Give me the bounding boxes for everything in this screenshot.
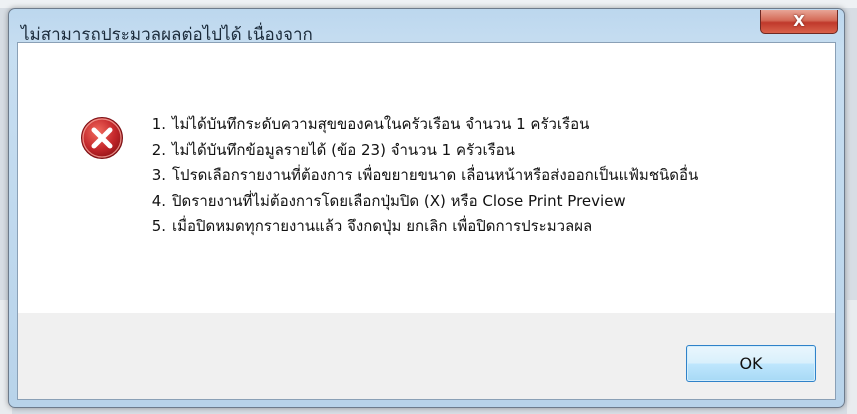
list-item-text: โปรดเลือกรายงานที่ต้องการ เพื่อขยายขนาด … [172, 166, 699, 184]
list-item-number: 5. [151, 217, 166, 235]
list-item-number: 3. [151, 166, 166, 184]
list-item-text: ไม่ได้บันทึกระดับความสุขของคนในครัวเรือน… [172, 115, 590, 133]
error-dialog: ไม่สามารถประมวลผลต่อไปได้ เนื่องจาก X 1.… [8, 8, 845, 408]
list-item-text: ไม่ได้บันทึกข้อมูลรายได้ (ข้อ 23) จำนวน … [172, 140, 515, 159]
list-item: 2. ไม่ได้บันทึกข้อมูลรายได้ (ข้อ 23) จำน… [148, 138, 818, 164]
close-icon: X [793, 12, 805, 30]
list-item-text: ปิดรายงานที่ไม่ต้องการโดยเลือกปุ่มปิด (X… [172, 191, 626, 210]
list-item-number: 4. [151, 191, 166, 210]
message-list: 1. ไม่ได้บันทึกระดับความสุขของคนในครัวเร… [148, 112, 818, 240]
dialog-client-area: 1. ไม่ได้บันทึกระดับความสุขของคนในครัวเร… [17, 42, 836, 400]
message-area: 1. ไม่ได้บันทึกระดับความสุขของคนในครัวเร… [18, 43, 835, 313]
list-item-number: 1. [151, 115, 166, 133]
list-item: 3. โปรดเลือกรายงานที่ต้องการ เพื่อขยายขน… [148, 163, 818, 189]
close-button[interactable]: X [760, 10, 838, 34]
background-window-edge [0, 0, 857, 8]
error-icon [81, 117, 123, 159]
list-item: 4. ปิดรายงานที่ไม่ต้องการโดยเลือกปุ่มปิด… [148, 189, 818, 215]
list-item: 5. เมื่อปิดหมดทุกรายงานแล้ว จึงกดปุ่ม ยก… [148, 214, 818, 240]
list-item-number: 2. [151, 140, 166, 159]
ok-button[interactable]: OK [686, 345, 816, 382]
background-window-right [847, 300, 857, 414]
list-item-text: เมื่อปิดหมดทุกรายงานแล้ว จึงกดปุ่ม ยกเลิ… [172, 217, 593, 235]
list-item: 1. ไม่ได้บันทึกระดับความสุขของคนในครัวเร… [148, 112, 818, 138]
